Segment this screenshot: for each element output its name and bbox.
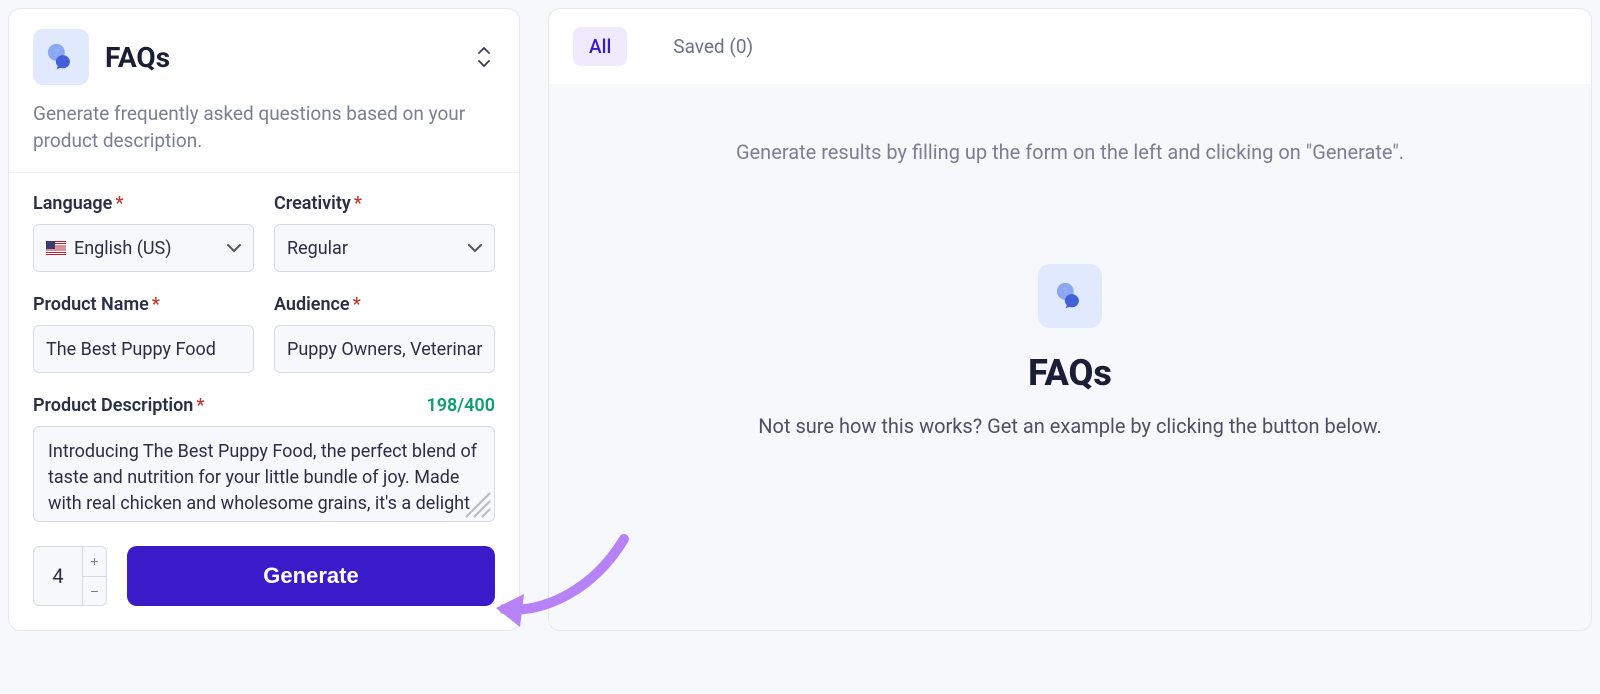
flag-us-icon [46, 241, 66, 255]
language-value: English (US) [74, 238, 172, 259]
empty-subtitle: Not sure how this works? Get an example … [758, 414, 1381, 438]
panel-header: ? FAQs Generate frequently asked questio… [9, 9, 519, 173]
description-textarea[interactable] [48, 439, 480, 519]
quantity-stepper: 4 + − [33, 546, 107, 606]
tab-saved[interactable]: Saved (0) [657, 27, 769, 66]
results-panel: All Saved (0) Generate results by fillin… [548, 8, 1592, 631]
tabs: All Saved (0) [549, 9, 1591, 84]
creativity-value: Regular [287, 238, 348, 259]
quantity-increase-button[interactable]: + [83, 547, 106, 577]
page-title: FAQs [105, 41, 170, 74]
empty-title: FAQs [1028, 352, 1112, 394]
quantity-value: 4 [34, 547, 82, 605]
product-name-input[interactable] [46, 339, 241, 360]
expand-collapse-button[interactable] [473, 43, 495, 71]
language-select[interactable]: English (US) [33, 224, 254, 272]
tab-all[interactable]: All [573, 27, 627, 66]
page-subtitle: Generate frequently asked questions base… [33, 101, 495, 154]
generate-button[interactable]: Generate [127, 546, 495, 606]
faq-icon: ? [33, 29, 89, 85]
chevron-down-icon [468, 243, 482, 253]
quantity-decrease-button[interactable]: − [83, 577, 106, 606]
creativity-select[interactable]: Regular [274, 224, 495, 272]
language-label: Language* [33, 193, 254, 214]
faq-icon: ? [1038, 264, 1102, 328]
form-body: Language* English (US) Creativity* Regul… [9, 173, 519, 522]
empty-state: ? FAQs Not sure how this works? Get an e… [589, 264, 1551, 438]
creativity-label: Creativity* [274, 193, 495, 214]
results-hint: Generate results by filling up the form … [589, 140, 1551, 164]
audience-input[interactable] [287, 339, 482, 360]
char-counter: 198/400 [426, 395, 495, 416]
panel-footer: 4 + − Generate [9, 522, 519, 630]
description-label: Product Description* [33, 395, 204, 416]
form-panel: ? FAQs Generate frequently asked questio… [8, 8, 520, 631]
audience-label: Audience* [274, 294, 495, 315]
chevron-down-icon [227, 243, 241, 253]
product-name-label: Product Name* [33, 294, 254, 315]
